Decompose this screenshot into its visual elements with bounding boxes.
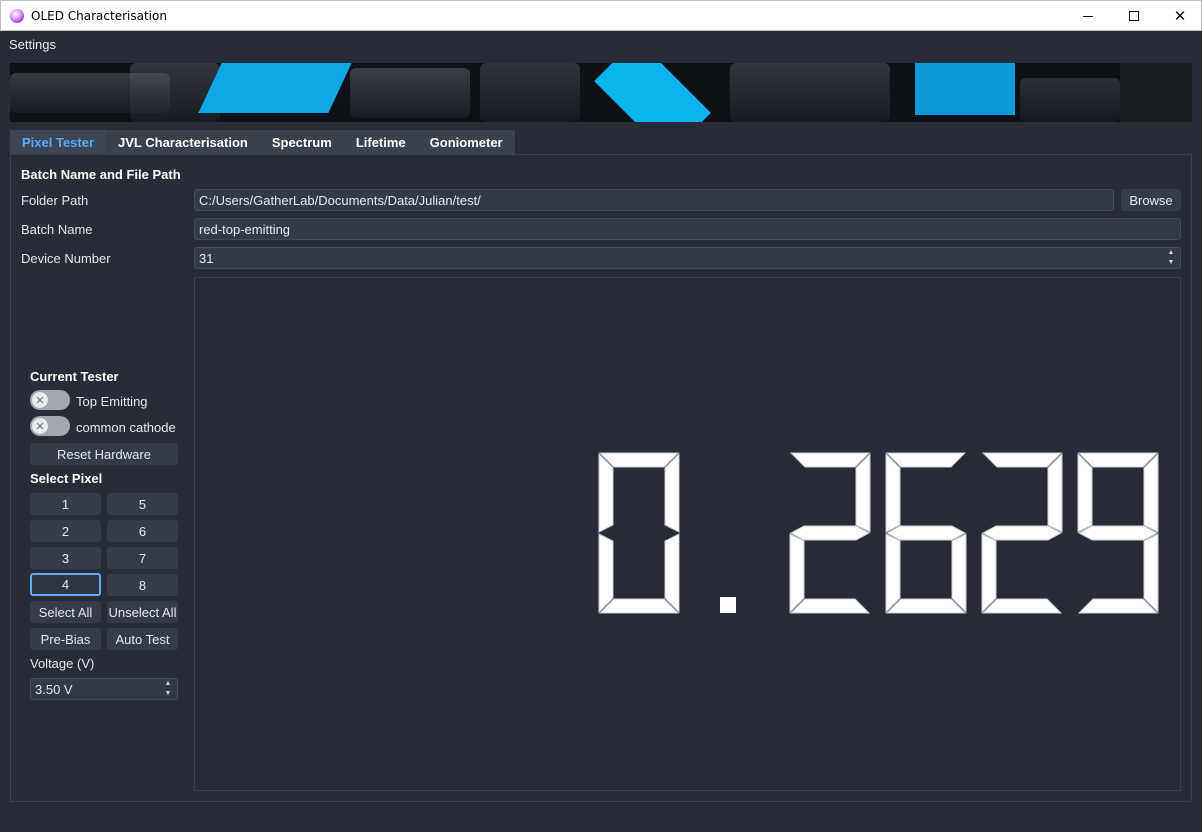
banner-image [10,63,1192,122]
voltage-label: Voltage (V) [30,656,95,671]
pixel-button-5[interactable]: 5 [107,493,178,515]
segment-g [981,525,1063,541]
unselect-all-button[interactable]: Unselect All [107,601,178,623]
display-digit-1 [720,597,736,613]
spin-down-icon: ▼ [164,690,172,697]
app-icon [10,9,24,23]
segment-e [789,533,805,614]
spin-down-icon: ▼ [1167,259,1175,266]
tab-bar: Pixel Tester JVL Characterisation Spectr… [10,130,515,154]
menu-settings[interactable]: Settings [9,37,56,52]
segment-e [598,533,614,614]
auto-test-button[interactable]: Auto Test [107,628,178,650]
segment-e [981,533,997,614]
top-emitting-label: Top Emitting [76,394,148,409]
tab-spectrum[interactable]: Spectrum [259,130,344,154]
segment-d [598,598,680,614]
segment-a [789,452,871,468]
folder-path-label: Folder Path [21,193,89,208]
segment-g [789,525,871,541]
segment-d [789,598,871,614]
segment-a [598,452,680,468]
display-digit-5 [1077,452,1159,614]
display-digit-2 [789,452,871,614]
segment-d [885,598,967,614]
menu-bar: Settings [0,31,1202,57]
display-digit-3 [885,452,967,614]
segment-a [1077,452,1159,468]
voltage-spinbox[interactable]: 3.50 V ▲ ▼ [30,678,178,700]
maximize-icon [1129,11,1139,21]
voltage-stepper[interactable]: ▲ ▼ [161,680,175,698]
status-bar [0,810,1202,832]
spin-up-icon: ▲ [164,680,172,687]
window-title: OLED Characterisation [31,9,167,23]
tab-pixel-tester[interactable]: Pixel Tester [10,130,107,154]
segment-f [885,452,901,533]
segment-b [1143,452,1159,533]
batch-section-title: Batch Name and File Path [21,167,181,182]
toggle-off-icon: ✕ [32,392,48,408]
segment-d [1077,598,1159,614]
display-digit-0 [598,452,680,614]
pixel-button-6[interactable]: 6 [107,520,178,542]
readout-display [194,277,1181,791]
segment-c [951,533,967,614]
close-icon: ✕ [1173,6,1187,25]
close-button[interactable]: ✕ [1157,1,1202,31]
tab-jvl-characterisation[interactable]: JVL Characterisation [106,130,260,154]
device-number-label: Device Number [21,251,111,266]
common-cathode-label: common cathode [76,420,176,435]
segment-b [855,452,871,533]
segment-c [664,533,680,614]
pixel-button-7[interactable]: 7 [107,547,178,569]
segment-a [885,452,967,468]
tab-goniometer[interactable]: Goniometer [417,130,515,154]
title-bar: OLED Characterisation ✕ [0,0,1202,31]
pixel-button-3[interactable]: 3 [30,547,101,569]
pixel-button-4[interactable]: 4 [30,573,101,596]
select-all-button[interactable]: Select All [30,601,101,623]
spin-up-icon: ▲ [1167,249,1175,256]
folder-path-input[interactable]: C:/Users/GatherLab/Documents/Data/Julian… [194,189,1114,211]
pre-bias-button[interactable]: Pre-Bias [30,628,101,650]
common-cathode-toggle[interactable]: ✕ [30,416,70,436]
device-number-value: 31 [199,251,214,266]
batch-name-input[interactable]: red-top-emitting [194,218,1181,240]
pixel-button-1[interactable]: 1 [30,493,101,515]
tab-lifetime[interactable]: Lifetime [343,130,418,154]
voltage-value: 3.50 V [35,682,73,697]
current-tester-title: Current Tester [30,369,119,384]
device-number-spinbox[interactable]: 31 ▲ ▼ [194,247,1181,269]
pixel-button-2[interactable]: 2 [30,520,101,542]
seven-segment-reading [598,452,1159,614]
segment-b [1047,452,1063,533]
top-emitting-toggle[interactable]: ✕ [30,390,70,410]
segment-g [885,525,967,541]
minimize-icon [1083,15,1093,17]
segment-e [885,533,901,614]
segment-f [1077,452,1093,533]
display-digit-4 [981,452,1063,614]
device-number-stepper[interactable]: ▲ ▼ [1164,249,1178,267]
segment-g [1077,525,1159,541]
segment-d [981,598,1063,614]
browse-button[interactable]: Browse [1121,189,1181,211]
minimize-button[interactable] [1065,1,1111,31]
segment-c [1143,533,1159,614]
segment-b [664,452,680,533]
maximize-button[interactable] [1111,1,1157,31]
decimal-point [720,597,736,613]
batch-name-label: Batch Name [21,222,93,237]
pixel-button-8[interactable]: 8 [107,574,178,596]
segment-a [981,452,1063,468]
select-pixel-title: Select Pixel [30,471,103,486]
toggle-off-icon: ✕ [32,418,48,434]
reset-hardware-button[interactable]: Reset Hardware [30,443,178,465]
segment-f [598,452,614,533]
